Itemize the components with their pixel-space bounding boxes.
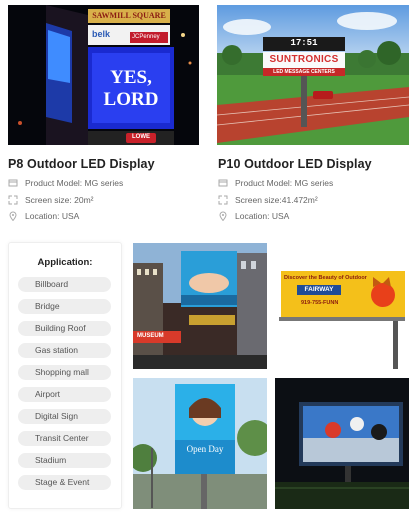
application-item-shopping-mall[interactable]: Shopping mall bbox=[18, 365, 111, 380]
gallery-image-stadium-display[interactable] bbox=[275, 378, 409, 509]
application-item-airport[interactable]: Airport bbox=[18, 387, 111, 402]
spec-size-text: Screen size: 20m² bbox=[25, 195, 94, 205]
sign-lowe: LOWE bbox=[132, 134, 150, 140]
gallery-image-times-square[interactable]: MUSEUM bbox=[133, 243, 267, 369]
spec-location: Location: USA bbox=[8, 211, 79, 221]
application-panel: Application: Billboard Bridge Building R… bbox=[8, 242, 122, 509]
expand-icon bbox=[8, 195, 18, 205]
spec-model-text: Product Model: MG series bbox=[235, 178, 334, 188]
application-item-transit-center[interactable]: Transit Center bbox=[18, 431, 111, 446]
location-pin-icon bbox=[8, 211, 18, 221]
product-title[interactable]: P10 Outdoor LED Display bbox=[218, 157, 372, 171]
application-item-bridge[interactable]: Bridge bbox=[18, 299, 111, 314]
expand-icon bbox=[218, 195, 228, 205]
screen-message: YES, LORD bbox=[103, 67, 159, 110]
spec-model-text: Product Model: MG series bbox=[25, 178, 124, 188]
fairway-billboard-photo bbox=[275, 243, 409, 369]
application-item-building-roof[interactable]: Building Roof bbox=[18, 321, 111, 336]
application-item-billboard[interactable]: Billboard bbox=[18, 277, 111, 292]
times-square-sign-text: MUSEUM bbox=[137, 333, 164, 339]
billboard-brand: FAIRWAY bbox=[304, 286, 334, 293]
brand-tagline: LED MESSAGE CENTERS bbox=[273, 69, 335, 75]
spec-location-text: Location: USA bbox=[235, 211, 290, 221]
p10-daytime-display-photo bbox=[217, 5, 409, 145]
box-icon bbox=[8, 178, 18, 188]
product-image-p8[interactable]: SAWMILL SQUARE belk JCPenney YES, LORD L… bbox=[8, 5, 199, 145]
spec-size: Screen size:41.472m² bbox=[218, 195, 318, 205]
billboard-headline: Discover the Beauty of Outdoor bbox=[284, 275, 367, 281]
spec-size-text: Screen size:41.472m² bbox=[235, 195, 318, 205]
application-title: Application: bbox=[37, 257, 93, 268]
spec-location: Location: USA bbox=[218, 211, 289, 221]
times-square-photo bbox=[133, 243, 267, 369]
gallery-image-fairway-billboard[interactable]: Discover the Beauty of Outdoor FAIRWAY 9… bbox=[275, 243, 409, 369]
spec-model: Product Model: MG series bbox=[8, 178, 123, 188]
sign-jcpenney: JCPenney bbox=[132, 34, 160, 40]
location-pin-icon bbox=[218, 211, 228, 221]
application-item-stage-event[interactable]: Stage & Event bbox=[18, 475, 111, 490]
sign-sawmill-square: SAWMILL SQUARE bbox=[92, 11, 166, 20]
application-item-stadium[interactable]: Stadium bbox=[18, 453, 111, 468]
box-icon bbox=[218, 178, 228, 188]
product-title[interactable]: P8 Outdoor LED Display bbox=[8, 157, 155, 171]
application-item-gas-station[interactable]: Gas station bbox=[18, 343, 111, 358]
product-image-p10[interactable]: 17:51 SUNTRONICS LED MESSAGE CENTERS bbox=[217, 5, 409, 145]
poster-open-day: Open Day bbox=[186, 444, 224, 454]
gallery-image-open-day-display[interactable]: Open Day bbox=[133, 378, 267, 509]
stadium-display-photo bbox=[275, 378, 409, 509]
sign-belk: belk bbox=[92, 29, 111, 39]
spec-model: Product Model: MG series bbox=[218, 178, 333, 188]
brand-suntronics: SUNTRONICS bbox=[269, 54, 339, 65]
clock-readout: 17:51 bbox=[290, 38, 318, 48]
application-item-digital-sign[interactable]: Digital Sign bbox=[18, 409, 111, 424]
spec-location-text: Location: USA bbox=[25, 211, 80, 221]
spec-size: Screen size: 20m² bbox=[8, 195, 94, 205]
billboard-phone: 919-755-FUNN bbox=[301, 300, 339, 306]
